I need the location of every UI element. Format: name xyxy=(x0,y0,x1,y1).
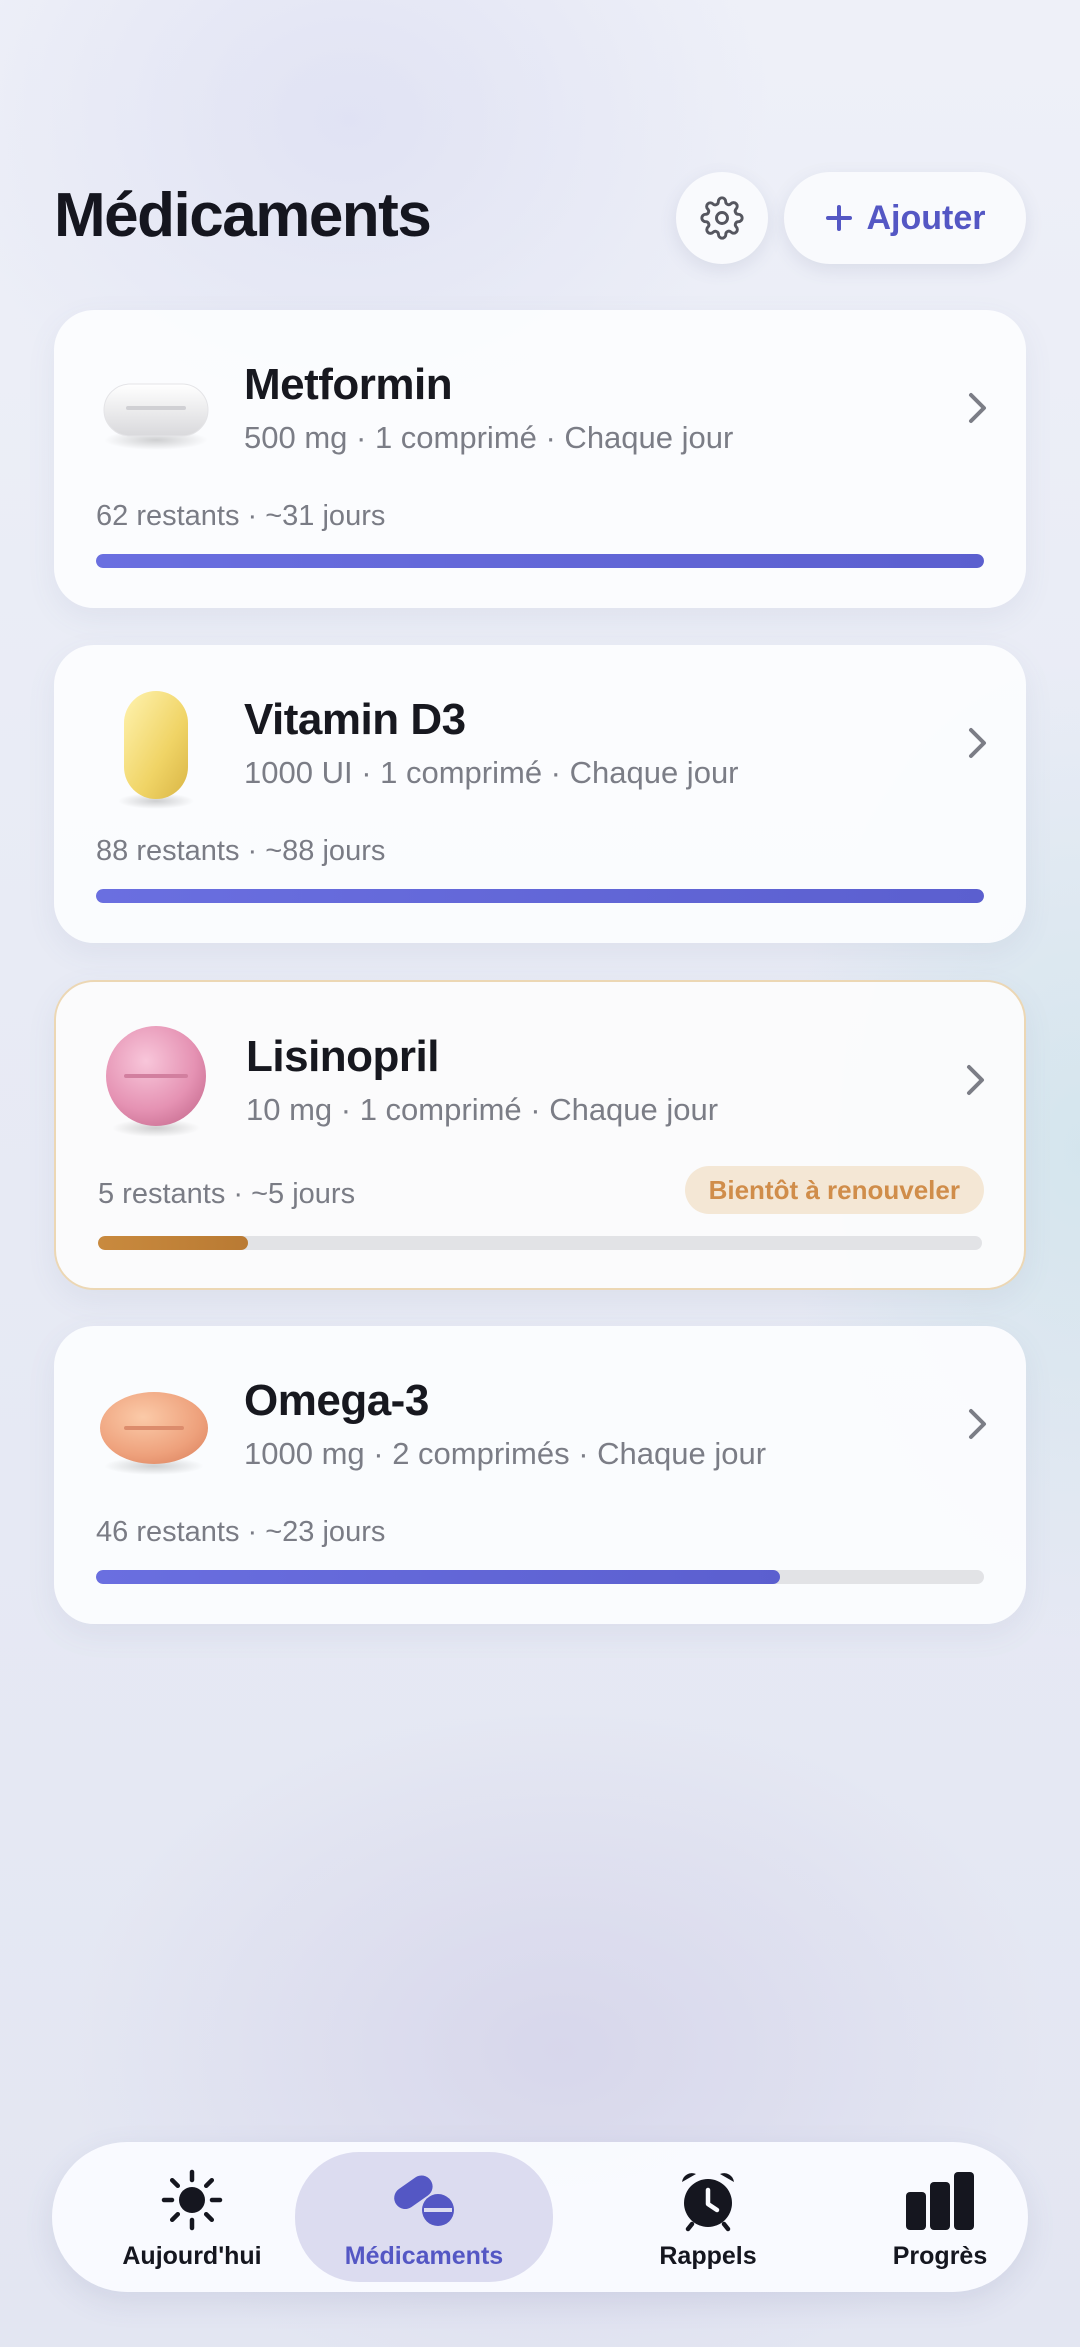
supply-progress-bar xyxy=(98,1236,982,1250)
nav-label: Aujourd'hui xyxy=(122,2242,262,2270)
supply-progress-fill xyxy=(96,554,984,568)
refill-soon-badge: Bientôt à renouveler xyxy=(684,1166,984,1214)
medication-dose: 1000 UI · 1 comprimé · Chaque jour xyxy=(244,755,739,790)
pills-icon xyxy=(394,2175,454,2226)
gear-icon xyxy=(700,196,744,240)
bottom-navigation: Aujourd'hui Médicaments Rappels Progrès xyxy=(52,2142,1028,2292)
supply-progress-bar xyxy=(96,889,984,903)
sun-icon xyxy=(161,2169,223,2231)
bar-chart-icon xyxy=(906,2172,974,2230)
medication-name: Metformin xyxy=(244,360,453,409)
nav-label: Médicaments xyxy=(344,2242,504,2270)
nav-label: Rappels xyxy=(659,2242,757,2270)
add-button-label: Ajouter xyxy=(866,198,986,237)
remaining-supply: 5 restants · ~5 jours xyxy=(98,1178,356,1210)
supply-progress-bar xyxy=(96,554,984,568)
medication-name: Vitamin D3 xyxy=(244,695,466,744)
settings-button[interactable] xyxy=(676,172,768,264)
remaining-supply: 88 restants · ~88 jours xyxy=(96,835,386,867)
yellow-softgel-icon xyxy=(118,691,194,809)
chevron-right-icon xyxy=(969,393,986,423)
remaining-supply: 62 restants · ~31 jours xyxy=(96,500,386,532)
nav-item-reminders[interactable]: Rappels xyxy=(588,2142,828,2292)
medication-card-vitamin-d3[interactable]: Vitamin D3 1000 UI · 1 comprimé · Chaque… xyxy=(54,645,1026,943)
supply-progress-bar xyxy=(96,1570,984,1584)
page-title: Médicaments xyxy=(54,181,432,250)
plus-icon xyxy=(825,205,852,231)
add-medication-button[interactable]: Ajouter xyxy=(784,172,1026,264)
medication-name: Lisinopril xyxy=(246,1032,440,1081)
chevron-right-icon xyxy=(969,728,986,758)
medication-name: Omega-3 xyxy=(244,1376,429,1425)
chevron-right-icon xyxy=(969,1409,986,1439)
remaining-supply: 46 restants · ~23 jours xyxy=(96,1516,386,1548)
chevron-right-icon xyxy=(967,1065,984,1095)
medication-card-metformin[interactable]: Metformin 500 mg · 1 comprimé · Chaque j… xyxy=(54,310,1026,608)
medication-card-omega-3[interactable]: Omega-3 1000 mg · 2 comprimés · Chaque j… xyxy=(54,1326,1026,1624)
alarm-clock-icon xyxy=(682,2173,734,2232)
orange-oval-tablet-icon xyxy=(100,1392,208,1475)
supply-progress-fill xyxy=(96,889,984,903)
white-capsule-tablet-icon xyxy=(103,383,209,450)
supply-progress-fill xyxy=(96,1570,780,1584)
medication-dose: 1000 mg · 2 comprimés · Chaque jour xyxy=(244,1436,767,1471)
supply-progress-fill xyxy=(98,1236,249,1250)
nav-item-medications[interactable]: Médicaments xyxy=(295,2152,553,2282)
medication-dose: 500 mg · 1 comprimé · Chaque jour xyxy=(244,420,734,455)
nav-item-progress[interactable]: Progrès xyxy=(820,2142,1060,2292)
nav-label: Progrès xyxy=(892,2242,988,2270)
pink-round-tablet-icon xyxy=(106,1026,206,1137)
medication-card-lisinopril[interactable]: Lisinopril 10 mg · 1 comprimé · Chaque j… xyxy=(54,980,1026,1290)
medication-dose: 10 mg · 1 comprimé · Chaque jour xyxy=(246,1092,719,1127)
nav-item-today[interactable]: Aujourd'hui xyxy=(72,2142,312,2292)
